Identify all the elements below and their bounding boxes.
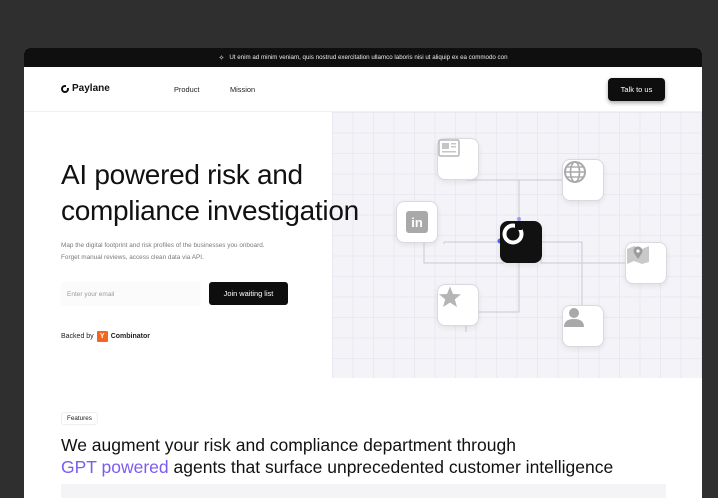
sparkle-icon: ✧ <box>218 54 225 62</box>
hero-title-line2: compliance investigation <box>61 195 359 226</box>
news-icon <box>438 139 460 157</box>
star-node <box>437 284 479 326</box>
brand-name: Paylane <box>72 83 110 94</box>
top-nav: Paylane Product Mission Talk to us <box>24 67 702 112</box>
yc-logo-icon: Y <box>96 331 108 342</box>
paylane-logo-icon <box>61 84 69 93</box>
hero-subtitle-line2: Forget manual reviews, access clean data… <box>61 254 204 261</box>
integration-graphic: in <box>332 112 702 378</box>
hero-subtitle-line1: Map the digital footprint and risk profi… <box>61 242 265 249</box>
hero-title: AI powered risk and compliance investiga… <box>61 157 359 229</box>
paylane-node <box>500 221 542 263</box>
linkedin-icon: in <box>406 211 428 233</box>
announcement-text: Ut enim ad minim veniam, quis nostrud ex… <box>229 54 508 61</box>
linkedin-icon-text: in <box>411 214 423 230</box>
hero-title-line1: AI powered risk and <box>61 159 303 190</box>
nav-link-mission[interactable]: Mission <box>230 85 255 94</box>
backed-by-label: Backed by <box>61 333 94 340</box>
star-icon <box>439 286 461 307</box>
hero-subtitle: Map the digital footprint and risk profi… <box>61 240 351 264</box>
features-heading: We augment your risk and compliance depa… <box>61 434 691 478</box>
map-icon <box>627 246 649 264</box>
globe-icon <box>564 161 586 183</box>
nav-link-product[interactable]: Product <box>174 85 199 94</box>
linkedin-node: in <box>396 201 438 243</box>
features-badge: Features <box>61 412 98 425</box>
paylane-icon <box>502 223 524 245</box>
backed-by-badge: Backed by Y Combinator <box>61 331 150 342</box>
announcement-bar: ✧ Ut enim ad minim veniam, quis nostrud … <box>24 48 702 67</box>
news-node <box>437 138 479 180</box>
features-heading-rest: agents that surface unprecedented custom… <box>168 457 614 477</box>
email-input[interactable] <box>61 282 201 306</box>
yc-name: Combinator <box>110 333 150 340</box>
talk-to-us-button[interactable]: Talk to us <box>608 78 665 101</box>
globe-node <box>562 159 604 201</box>
features-heading-accent: GPT powered <box>61 457 169 477</box>
brand-logo[interactable]: Paylane <box>61 83 110 94</box>
person-node <box>562 305 604 347</box>
features-heading-line1: We augment your risk and compliance depa… <box>61 435 516 455</box>
join-waiting-list-button[interactable]: Join waiting list <box>209 282 288 305</box>
features-heading-line2: GPT powered agents that surface unpreced… <box>61 456 691 478</box>
map-node <box>625 242 667 284</box>
features-content-placeholder <box>61 484 666 498</box>
browser-frame: ✧ Ut enim ad minim veniam, quis nostrud … <box>24 48 702 498</box>
person-icon <box>564 308 584 327</box>
